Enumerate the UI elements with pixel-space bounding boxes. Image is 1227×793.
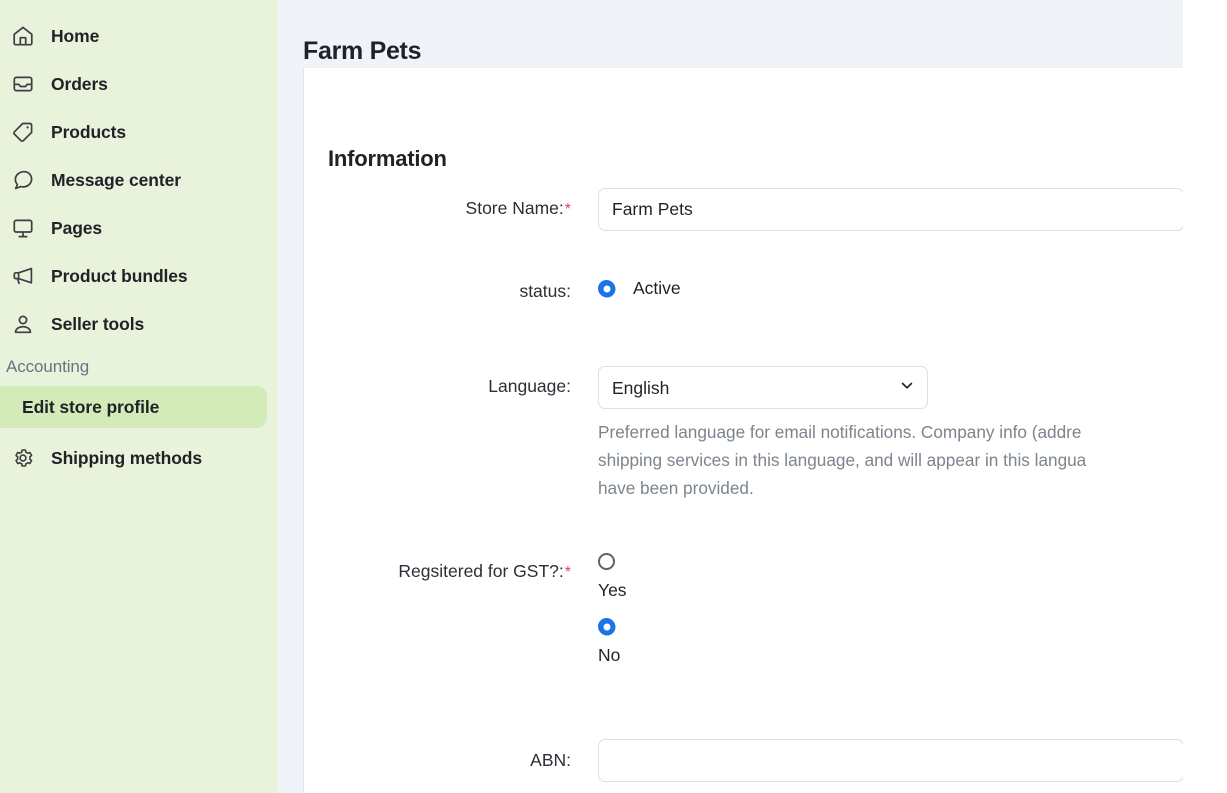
- sidebar-item-products[interactable]: Products: [0, 108, 278, 156]
- sidebar: Home Orders Products Message center Page…: [0, 0, 278, 793]
- sidebar-item-shipping-methods[interactable]: Shipping methods: [0, 434, 278, 482]
- sidebar-item-seller-tools[interactable]: Seller tools: [0, 300, 278, 348]
- sidebar-item-label: Products: [51, 121, 127, 142]
- gst-radio-yes[interactable]: Yes: [598, 553, 627, 601]
- sidebar-section-label: Accounting: [6, 357, 90, 376]
- language-select-wrap: English: [598, 366, 928, 409]
- language-help-text: Preferred language for email notificatio…: [598, 422, 1087, 498]
- sidebar-item-home[interactable]: Home: [0, 12, 278, 60]
- user-icon: [6, 307, 40, 341]
- language-select[interactable]: English: [598, 366, 928, 409]
- radio-indicator[interactable]: [598, 618, 615, 635]
- abn-field-wrap: [598, 739, 1183, 782]
- sidebar-item-label: Seller tools: [51, 313, 145, 334]
- gear-icon: [6, 441, 40, 475]
- abn-input[interactable]: [598, 739, 1183, 782]
- section-title: Information: [328, 146, 447, 172]
- sidebar-item-edit-store-profile[interactable]: Edit store profile: [0, 386, 267, 428]
- abn-label: ABN:: [530, 750, 571, 770]
- sidebar-item-label: Edit store profile: [22, 396, 160, 417]
- store-name-field-wrap: [598, 188, 1183, 231]
- status-radio-active[interactable]: Active: [598, 278, 681, 299]
- sidebar-item-pages[interactable]: Pages: [0, 204, 278, 252]
- status-options: Active: [598, 278, 681, 299]
- required-asterisk: *: [564, 564, 571, 581]
- megaphone-icon: [6, 259, 40, 293]
- store-name-label: Store Name:*: [465, 198, 571, 218]
- radio-label: Yes: [598, 580, 627, 600]
- gst-radio-no[interactable]: No: [598, 618, 627, 666]
- sidebar-item-label: Message center: [51, 169, 181, 190]
- store-name-input[interactable]: [598, 188, 1183, 231]
- required-asterisk: *: [564, 201, 571, 218]
- home-icon: [6, 19, 40, 53]
- information-card: Information Store Name:* status: Active: [303, 67, 1183, 793]
- sidebar-item-label: Product bundles: [51, 265, 188, 286]
- chat-bubble-icon: [6, 163, 40, 197]
- tag-icon: [6, 115, 40, 149]
- radio-indicator[interactable]: [598, 280, 615, 297]
- app-root: Home Orders Products Message center Page…: [0, 0, 1227, 793]
- sidebar-section-accounting: Accounting: [0, 348, 278, 386]
- language-label: Language:: [488, 376, 571, 396]
- status-label: status:: [519, 281, 571, 301]
- inbox-icon: [6, 67, 40, 101]
- sidebar-item-label: Orders: [51, 73, 108, 94]
- radio-label: Active: [633, 278, 681, 298]
- sidebar-item-orders[interactable]: Orders: [0, 60, 278, 108]
- radio-label: No: [598, 645, 621, 665]
- gst-options: Yes No: [598, 553, 627, 666]
- radio-indicator[interactable]: [598, 553, 615, 570]
- language-field-wrap: English: [598, 366, 928, 409]
- main-area: Farm Pets Information Store Name:* statu…: [278, 0, 1227, 793]
- gst-label: Regsitered for GST?:*: [398, 561, 571, 581]
- sidebar-item-label: Pages: [51, 217, 103, 238]
- monitor-icon: [6, 211, 40, 245]
- sidebar-item-message-center[interactable]: Message center: [0, 156, 278, 204]
- sidebar-item-label: Shipping methods: [51, 447, 203, 468]
- sidebar-item-label: Home: [51, 25, 100, 46]
- page-title: Farm Pets: [303, 36, 422, 65]
- sidebar-item-product-bundles[interactable]: Product bundles: [0, 252, 278, 300]
